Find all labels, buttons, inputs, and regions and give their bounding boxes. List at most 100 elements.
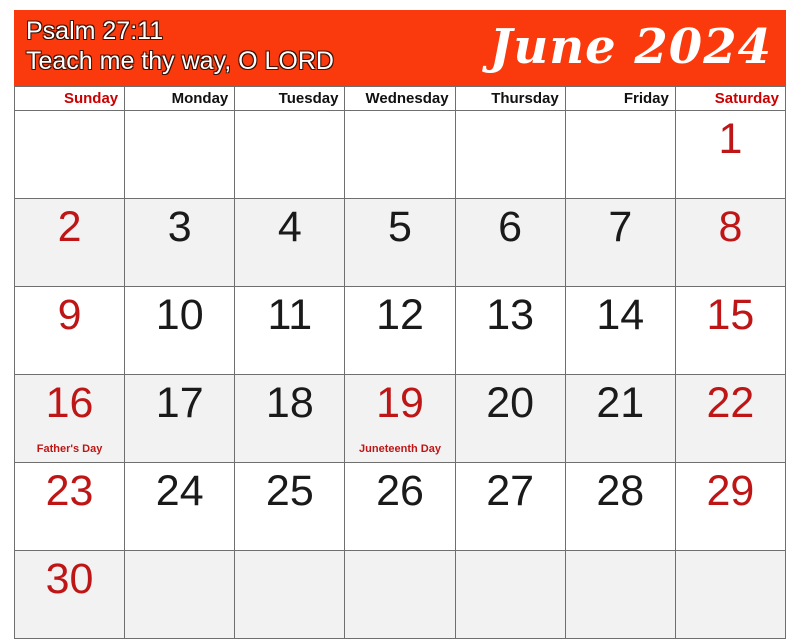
day-number: 23 (45, 467, 94, 515)
day-number: 30 (45, 555, 94, 603)
verse-text: Teach me thy way, O LORD (26, 47, 334, 75)
day-number: 14 (596, 291, 645, 339)
day-cell[interactable]: 20 (455, 375, 566, 463)
day-number: 4 (277, 203, 302, 251)
day-cell-empty (125, 111, 236, 199)
day-cell[interactable]: 22 (675, 375, 786, 463)
scripture-verse-block: Psalm 27:11 Teach me thy way, O LORD (26, 16, 506, 76)
day-number: 13 (486, 291, 535, 339)
weekday-label: Thursday (491, 89, 559, 107)
day-number: 11 (267, 291, 313, 339)
day-number: 20 (486, 379, 535, 427)
day-cell[interactable]: 10 (125, 287, 236, 375)
day-cell[interactable]: 16 Father's Day (15, 375, 126, 463)
calendar-week-row: 9 10 11 12 13 14 15 (15, 287, 786, 375)
day-cell[interactable]: 8 (675, 199, 786, 287)
day-cell[interactable]: 25 (235, 463, 346, 551)
day-cell-empty (125, 551, 236, 639)
calendar-grid: Sunday Monday Tuesday Wednesday Thursday… (14, 86, 786, 639)
calendar-week-row: 2 3 4 5 6 7 8 (15, 199, 786, 287)
day-cell[interactable]: 26 (345, 463, 456, 551)
day-number: 15 (706, 291, 755, 339)
day-number: 16 (45, 379, 94, 427)
day-number: 2 (57, 203, 82, 251)
calendar-week-row: 30 (15, 551, 786, 639)
day-number: 3 (167, 203, 192, 251)
day-number: 1 (718, 115, 743, 163)
day-cell-empty (15, 111, 126, 199)
day-cell[interactable]: 7 (565, 199, 676, 287)
weekday-header-row: Sunday Monday Tuesday Wednesday Thursday… (15, 87, 786, 111)
day-cell[interactable]: 11 (235, 287, 346, 375)
day-cell-empty (565, 111, 676, 199)
weekday-header-saturday: Saturday (675, 87, 786, 111)
day-number: 12 (376, 291, 424, 339)
day-number: 9 (57, 291, 82, 339)
day-cell-empty (455, 111, 566, 199)
weekday-label: Friday (623, 89, 669, 107)
weekday-label: Sunday (63, 89, 119, 107)
day-cell[interactable]: 5 (345, 199, 456, 287)
calendar-weeks: 1 2 3 4 5 6 7 8 9 10 11 12 13 14 15 16 Father's Day 17 18 1… (15, 111, 786, 639)
day-number: 18 (265, 379, 314, 427)
calendar-week-row: 1 (15, 111, 786, 199)
day-cell[interactable]: 3 (125, 199, 236, 287)
day-cell-empty (675, 551, 786, 639)
weekday-header-friday: Friday (565, 87, 676, 111)
weekday-header-thursday: Thursday (455, 87, 566, 111)
day-number: 21 (596, 379, 645, 427)
day-cell-empty (235, 551, 346, 639)
day-number: 6 (498, 203, 523, 251)
day-cell[interactable]: 27 (455, 463, 566, 551)
day-number: 17 (155, 379, 204, 427)
calendar-week-row: 16 Father's Day 17 18 19 Juneteenth Day 20 21 22 (15, 375, 786, 463)
weekday-header-sunday: Sunday (15, 87, 126, 111)
day-number: 29 (706, 467, 755, 515)
day-cell[interactable]: 19 Juneteenth Day (345, 375, 456, 463)
calendar-page: Psalm 27:11 Teach me thy way, O LORD Jun… (14, 10, 786, 639)
calendar-week-row: 23 24 25 26 27 28 29 (15, 463, 786, 551)
holiday-label: Father's Day (36, 443, 103, 455)
weekday-label: Saturday (714, 89, 779, 107)
month-year-title: June 2024 (489, 19, 772, 75)
day-cell-empty (345, 551, 456, 639)
day-cell[interactable]: 1 (675, 111, 786, 199)
day-cell[interactable]: 24 (125, 463, 236, 551)
day-cell-empty (565, 551, 676, 639)
weekday-label: Wednesday (365, 89, 449, 107)
day-cell-empty (345, 111, 456, 199)
day-cell[interactable]: 17 (125, 375, 236, 463)
day-cell[interactable]: 28 (565, 463, 676, 551)
day-cell[interactable]: 21 (565, 375, 676, 463)
day-number: 22 (706, 379, 755, 427)
day-cell[interactable]: 29 (675, 463, 786, 551)
verse-reference: Psalm 27:11 (26, 17, 164, 45)
holiday-label: Juneteenth Day (359, 443, 441, 455)
day-number: 25 (265, 467, 314, 515)
day-cell[interactable]: 23 (15, 463, 126, 551)
weekday-header-wednesday: Wednesday (345, 87, 456, 111)
day-number: 8 (718, 203, 743, 251)
day-cell-empty (455, 551, 566, 639)
day-number: 24 (155, 467, 204, 515)
day-cell[interactable]: 6 (455, 199, 566, 287)
day-cell[interactable]: 13 (455, 287, 566, 375)
day-number: 26 (376, 467, 424, 515)
day-cell[interactable]: 12 (345, 287, 456, 375)
day-number: 27 (486, 467, 535, 515)
weekday-label: Monday (171, 89, 229, 107)
day-cell-empty (235, 111, 346, 199)
day-cell[interactable]: 2 (15, 199, 126, 287)
day-number: 7 (608, 203, 633, 251)
day-number: 5 (388, 203, 412, 251)
calendar-banner: Psalm 27:11 Teach me thy way, O LORD Jun… (14, 10, 786, 86)
day-number: 28 (596, 467, 645, 515)
day-cell[interactable]: 18 (235, 375, 346, 463)
weekday-label: Tuesday (278, 89, 339, 107)
day-cell[interactable]: 4 (235, 199, 346, 287)
day-cell[interactable]: 14 (565, 287, 676, 375)
day-cell[interactable]: 15 (675, 287, 786, 375)
day-cell[interactable]: 30 (15, 551, 126, 639)
day-cell[interactable]: 9 (15, 287, 126, 375)
weekday-header-tuesday: Tuesday (235, 87, 346, 111)
